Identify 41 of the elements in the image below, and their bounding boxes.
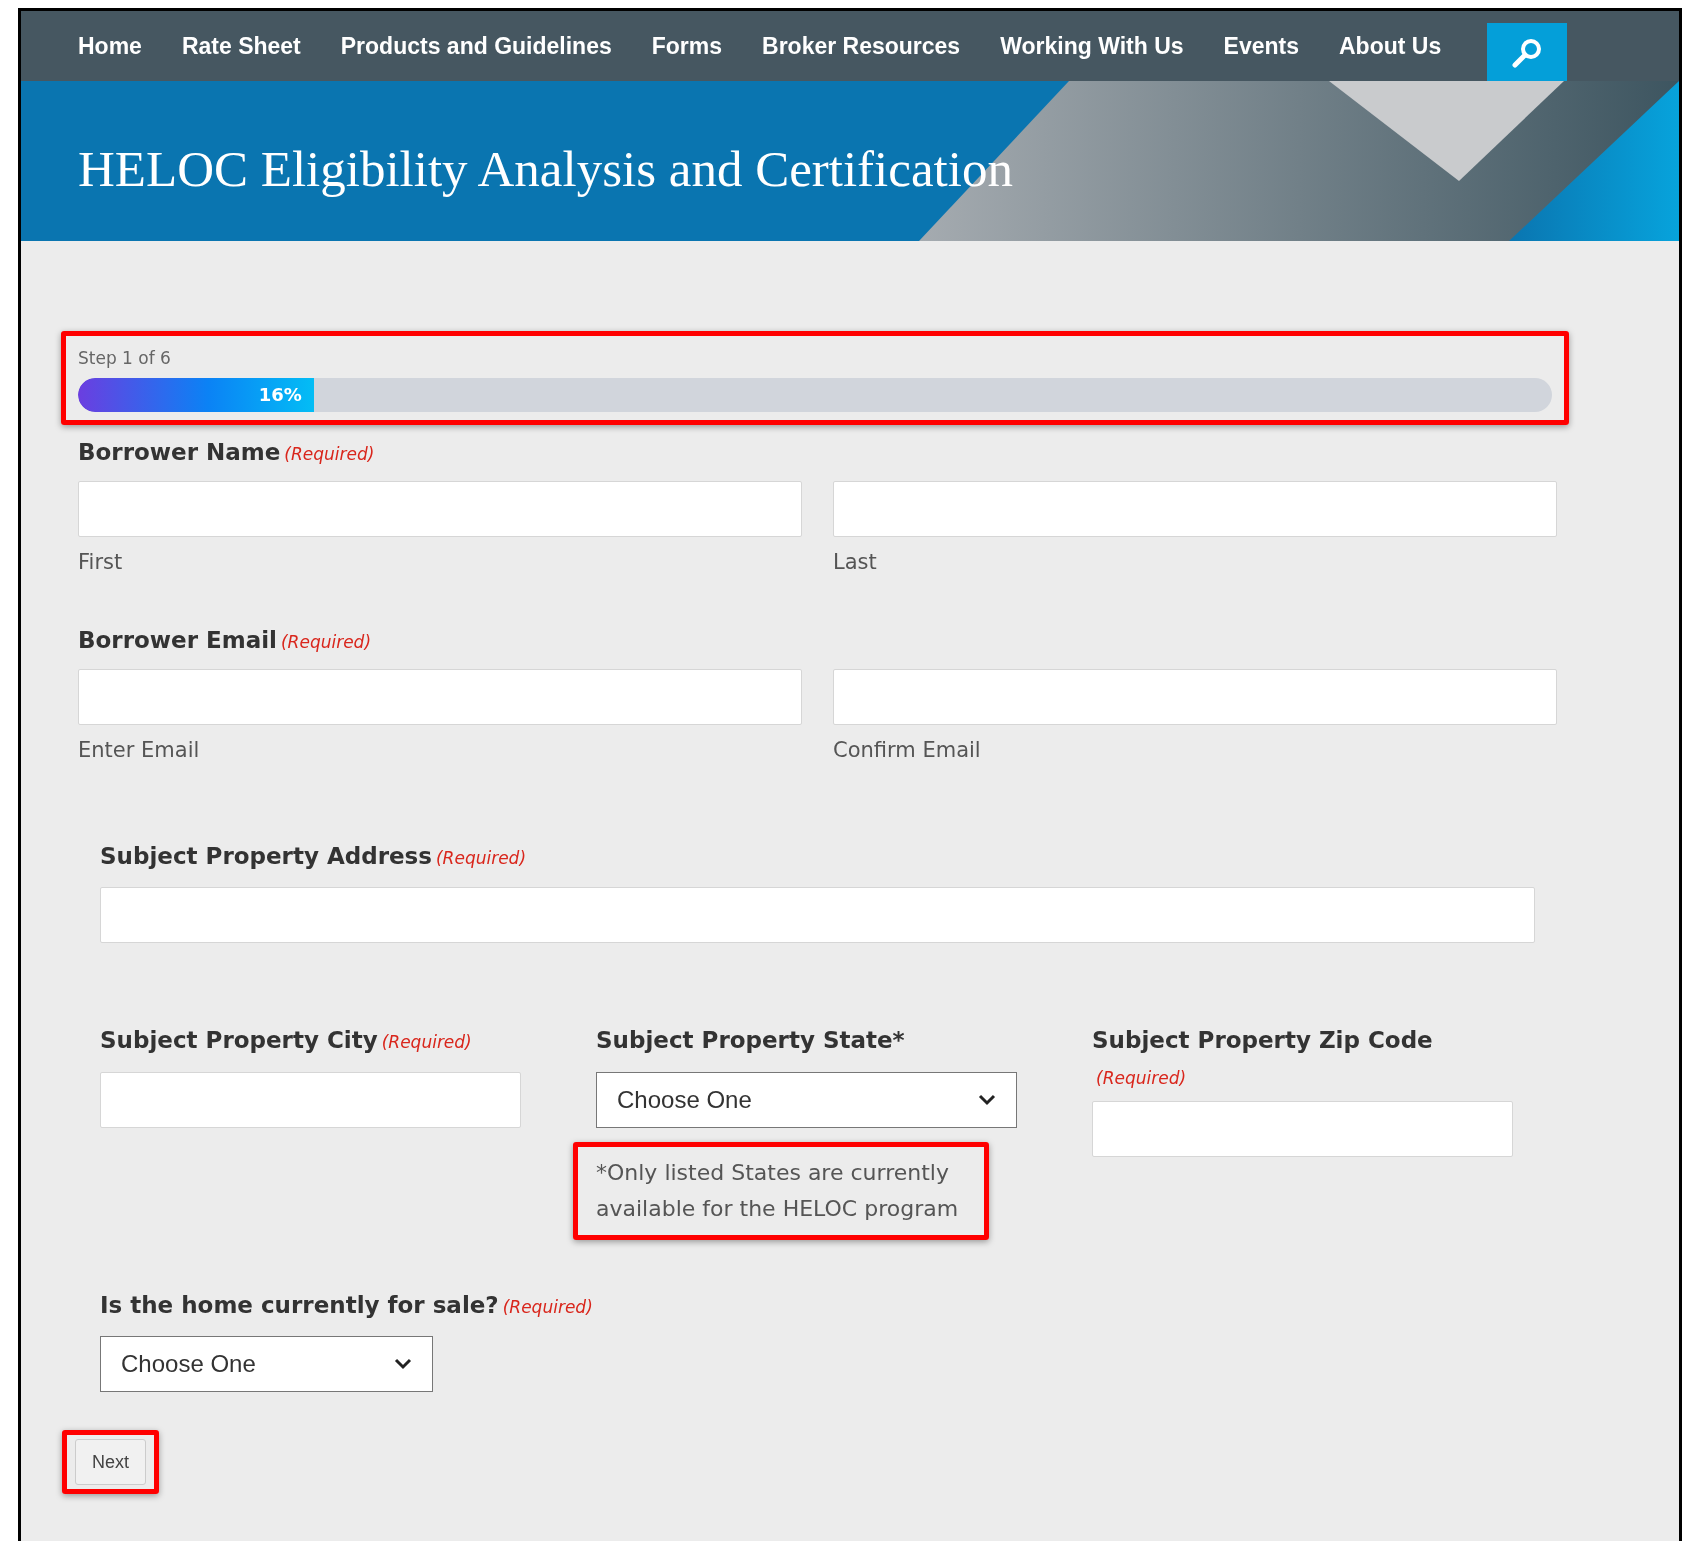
dropdown[interactable]: Choose One — [100, 1336, 433, 1392]
field-sublabel: Confirm Email — [833, 737, 982, 764]
field-label: Borrower Name — [78, 437, 281, 467]
field-label: Subject Property Address — [100, 841, 432, 871]
nav-link[interactable]: Broker Resources — [762, 28, 961, 64]
text-field[interactable] — [1092, 1101, 1513, 1157]
nav-link[interactable]: Products and Guidelines — [340, 28, 612, 64]
required-note: (Required) — [502, 1295, 593, 1319]
chevron-down-icon — [394, 1358, 412, 1370]
nav-link[interactable]: Rate Sheet — [181, 28, 301, 64]
required-note: (Required) — [381, 1031, 472, 1054]
nav-link[interactable]: Events — [1223, 28, 1299, 64]
nav-link[interactable]: About Us — [1339, 28, 1442, 64]
next-button[interactable]: Next — [75, 1439, 146, 1485]
nav-link[interactable]: Home — [78, 28, 142, 64]
progress-reading: 16% — [258, 383, 302, 407]
field-label: Is the home currently for sale? — [100, 1290, 499, 1320]
text-field[interactable] — [833, 481, 1557, 537]
field-sublabel: Enter Email — [78, 737, 201, 764]
text-field[interactable] — [100, 1071, 521, 1128]
field-sublabel: Last — [833, 549, 878, 576]
chevron-down-icon — [978, 1093, 996, 1106]
text-field[interactable] — [78, 669, 802, 725]
nav-link[interactable]: Working With Us — [1000, 28, 1184, 64]
step-label: Step 1 of 6 — [78, 347, 172, 370]
text-field[interactable] — [100, 887, 1535, 943]
nav-link[interactable]: Forms — [651, 28, 722, 64]
text-field[interactable] — [833, 669, 1557, 725]
state-note: *Only listed States are currently available for the HELOC program — [596, 1158, 960, 1223]
field-label: Subject Property City — [100, 1026, 378, 1055]
dropdown[interactable]: Choose One — [596, 1071, 1017, 1128]
field-label: Subject Property Zip Code — [1092, 1026, 1434, 1055]
field-sublabel: First — [78, 549, 124, 576]
required-note: (Required) — [284, 442, 375, 466]
search-button[interactable] — [1487, 23, 1568, 83]
required-note: (Required) — [436, 846, 527, 870]
required-note: (Required) — [1096, 1066, 1188, 1090]
required-note: (Required) — [281, 630, 372, 654]
field-label: Subject Property State* — [596, 1026, 905, 1055]
field-label: Borrower Email — [78, 625, 277, 655]
text-field[interactable] — [78, 481, 802, 537]
